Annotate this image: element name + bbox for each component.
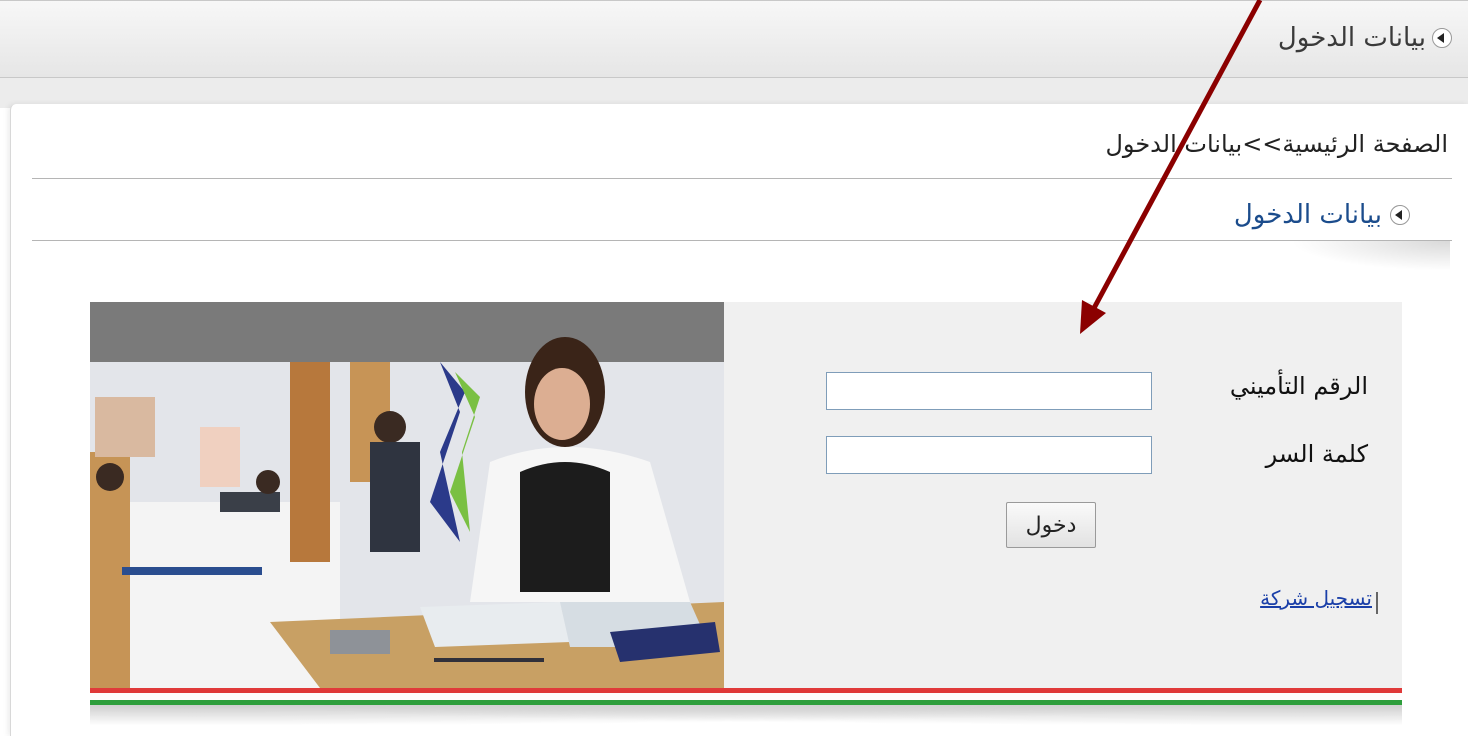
password-label: كلمة السر xyxy=(1265,440,1368,468)
decorative-shadow xyxy=(90,705,1402,729)
login-button[interactable]: دخول xyxy=(1006,502,1096,548)
register-company-link[interactable]: تسجيل شركة xyxy=(1260,586,1372,610)
header-title-text: بيانات الدخول xyxy=(1277,23,1426,53)
breadcrumb-separator: >> xyxy=(1242,130,1283,158)
breadcrumb: الصفحة الرئيسية >> بيانات الدخول xyxy=(1105,130,1448,158)
left-arrow-circle-icon xyxy=(1390,205,1410,225)
office-photo xyxy=(90,302,724,688)
link-separator xyxy=(1376,592,1378,614)
left-arrow-circle-icon xyxy=(1432,28,1452,48)
divider xyxy=(32,178,1452,179)
header-title: بيانات الدخول xyxy=(1278,23,1452,53)
insurance-number-input[interactable] xyxy=(826,372,1152,410)
section-heading: بيانات الدخول xyxy=(1234,200,1410,230)
red-stripe xyxy=(90,688,1402,693)
insurance-number-label: الرقم التأميني xyxy=(1229,372,1368,400)
password-input[interactable] xyxy=(826,436,1152,474)
office-photo-illustration xyxy=(90,302,724,688)
section-heading-text: بيانات الدخول xyxy=(1233,200,1382,230)
decorative-shadow xyxy=(1290,241,1450,271)
breadcrumb-current: بيانات الدخول xyxy=(1105,130,1243,158)
divider xyxy=(32,240,1452,241)
page-header-bar: بيانات الدخول xyxy=(0,0,1468,78)
breadcrumb-home[interactable]: الصفحة الرئيسية xyxy=(1282,130,1448,158)
